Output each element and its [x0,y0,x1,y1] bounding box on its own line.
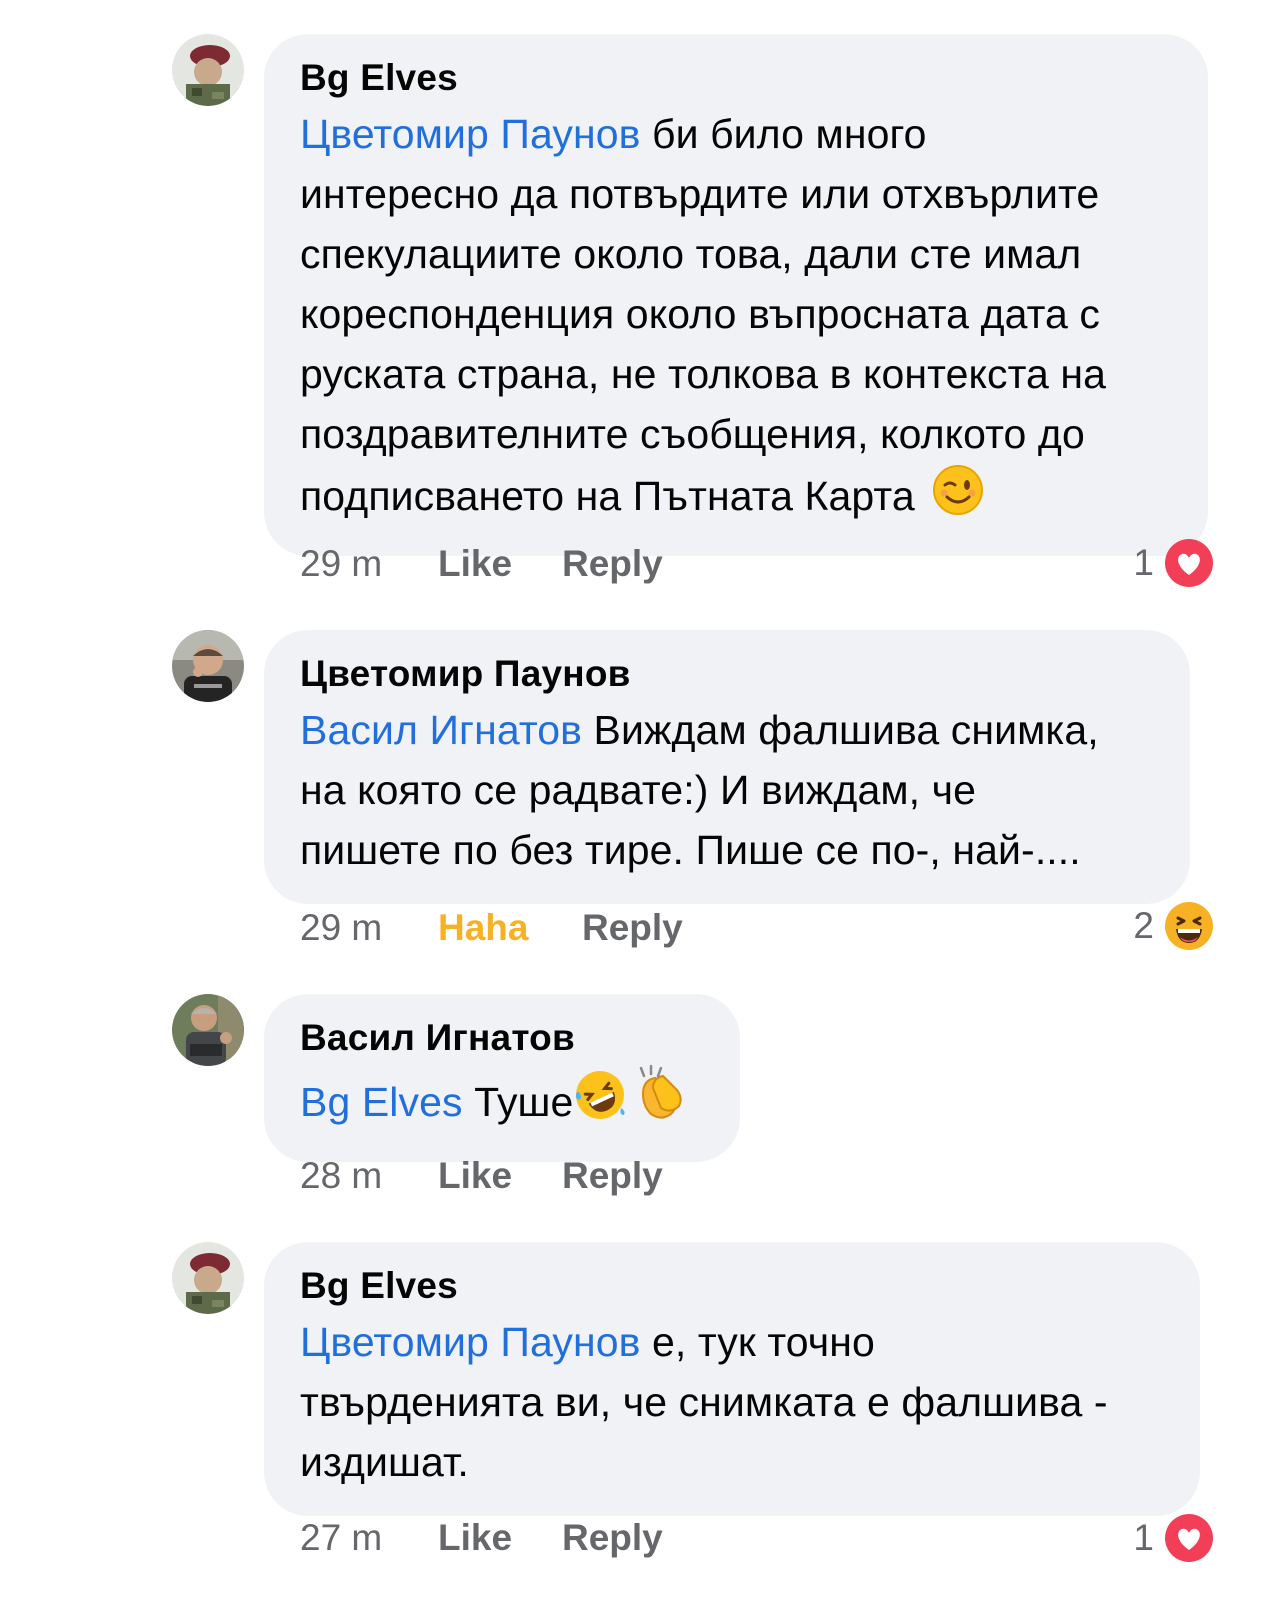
comment-bubble: Bg Elves Цветомир Паунов би било много и… [264,34,1208,556]
comment-timestamp[interactable]: 29 m [300,907,438,949]
comment-actions: 29 m Haha Reply [300,904,683,952]
mention-link[interactable]: Васил Игнатов [300,707,582,753]
haha-reaction-icon [1164,901,1214,951]
reaction-summary[interactable]: 1 [1133,537,1214,589]
comment-timestamp[interactable]: 29 m [300,543,438,585]
avatar[interactable] [172,34,244,106]
comment-text: Цветомир Паунов е, тук точно твърденията… [300,1319,1108,1485]
comment-bubble: Bg Elves Цветомир Паунов е, тук точно тв… [264,1242,1200,1516]
reply-button[interactable]: Reply [562,543,663,585]
comment-actions: 27 m Like Reply [300,1514,663,1562]
comment-timestamp[interactable]: 28 m [300,1155,438,1197]
comment-text: Васил Игнатов Виждам фалшива снимка, на … [300,707,1099,873]
comment-author[interactable]: Васил Игнатов [300,1016,704,1060]
comment-text: Цветомир Паунов би било много интересно … [300,104,1172,532]
mention-link[interactable]: Цветомир Паунов [300,111,641,157]
like-button[interactable]: Like [438,543,562,585]
like-button[interactable]: Like [438,1517,562,1559]
like-button[interactable]: Like [438,1155,562,1197]
comment-bubble: Васил Игнатов Bg Elves Туше [264,994,740,1162]
comment-author[interactable]: Bg Elves [300,56,1172,100]
avatar[interactable] [172,994,244,1066]
comment-actions: 29 m Like Reply [300,540,663,588]
rofl-emoji-icon [573,1068,627,1138]
reply-button[interactable]: Reply [582,907,683,949]
reaction-count: 1 [1133,1517,1154,1558]
mention-link[interactable]: Bg Elves [300,1079,463,1125]
comment-bubble: Цветомир Паунов Васил Игнатов Виждам фал… [264,630,1190,904]
wink-emoji-icon [932,464,984,532]
clapping-hands-emoji-icon [633,1064,687,1138]
comment-text: Bg Elves Туше [300,1064,704,1138]
avatar[interactable] [172,1242,244,1314]
reply-button[interactable]: Reply [562,1517,663,1559]
reply-button[interactable]: Reply [562,1155,663,1197]
heart-reaction-icon [1164,1513,1214,1563]
reaction-summary[interactable]: 2 [1133,900,1214,952]
heart-reaction-icon [1164,538,1214,588]
reaction-summary[interactable]: 1 [1133,1512,1214,1564]
haha-button[interactable]: Haha [438,907,582,949]
reaction-count: 2 [1133,905,1154,946]
comment-author[interactable]: Цветомир Паунов [300,652,1154,696]
reaction-count: 1 [1133,542,1154,583]
mention-link[interactable]: Цветомир Паунов [300,1319,641,1365]
avatar[interactable] [172,630,244,702]
comment-actions: 28 m Like Reply [300,1152,663,1200]
comment-timestamp[interactable]: 27 m [300,1517,438,1559]
comment-author[interactable]: Bg Elves [300,1264,1164,1308]
